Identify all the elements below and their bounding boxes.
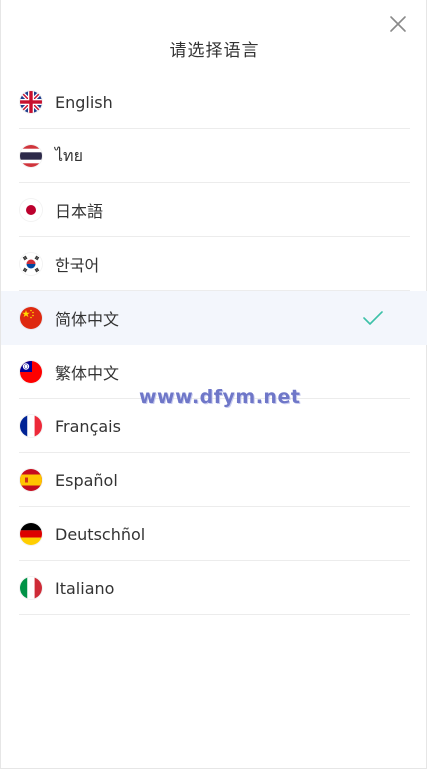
thailand-flag-icon [20,145,42,167]
language-label: Deutschñol [55,524,146,544]
language-dialog: 请选择语言 English ไทย 日本語 한국어 简体中文 繁体中文 Fran… [0,0,427,769]
language-label: 한국어 [55,256,100,275]
language-list: English ไทย 日本語 한국어 简体中文 繁体中文 Français E… [1,75,427,615]
language-item-english[interactable]: English [1,75,427,129]
language-item-german[interactable]: Deutschñol [1,507,427,561]
language-label: 繁体中文 [55,364,120,383]
germany-flag-icon [20,523,42,545]
taiwan-flag-icon [20,361,42,383]
language-item-traditional-chinese[interactable]: 繁体中文 [1,345,427,399]
language-label: Français [55,416,121,436]
korea-flag-icon [20,253,42,275]
language-label: Español [55,470,118,490]
language-label: English [55,92,113,112]
language-item-french[interactable]: Français [1,399,427,453]
language-label: ไทย [55,145,83,165]
china-flag-icon [20,307,42,329]
uk-flag-icon [20,91,42,113]
language-item-korean[interactable]: 한국어 [1,237,427,291]
language-label: 简体中文 [55,310,120,329]
language-item-spanish[interactable]: Español [1,453,427,507]
france-flag-icon [20,415,42,437]
close-icon[interactable] [388,14,408,34]
language-item-japanese[interactable]: 日本語 [1,183,427,237]
page-title: 请选择语言 [169,41,260,61]
language-label: Italiano [55,578,115,598]
language-label: 日本語 [55,202,104,221]
italy-flag-icon [20,577,42,599]
language-item-italian[interactable]: Italiano [1,561,427,615]
divider [19,614,410,615]
language-item-thai[interactable]: ไทย [1,129,427,183]
language-item-simplified-chinese[interactable]: 简体中文 [1,291,427,345]
checkmark-icon [363,311,383,325]
spain-flag-icon [20,469,42,491]
japan-flag-icon [20,199,42,221]
